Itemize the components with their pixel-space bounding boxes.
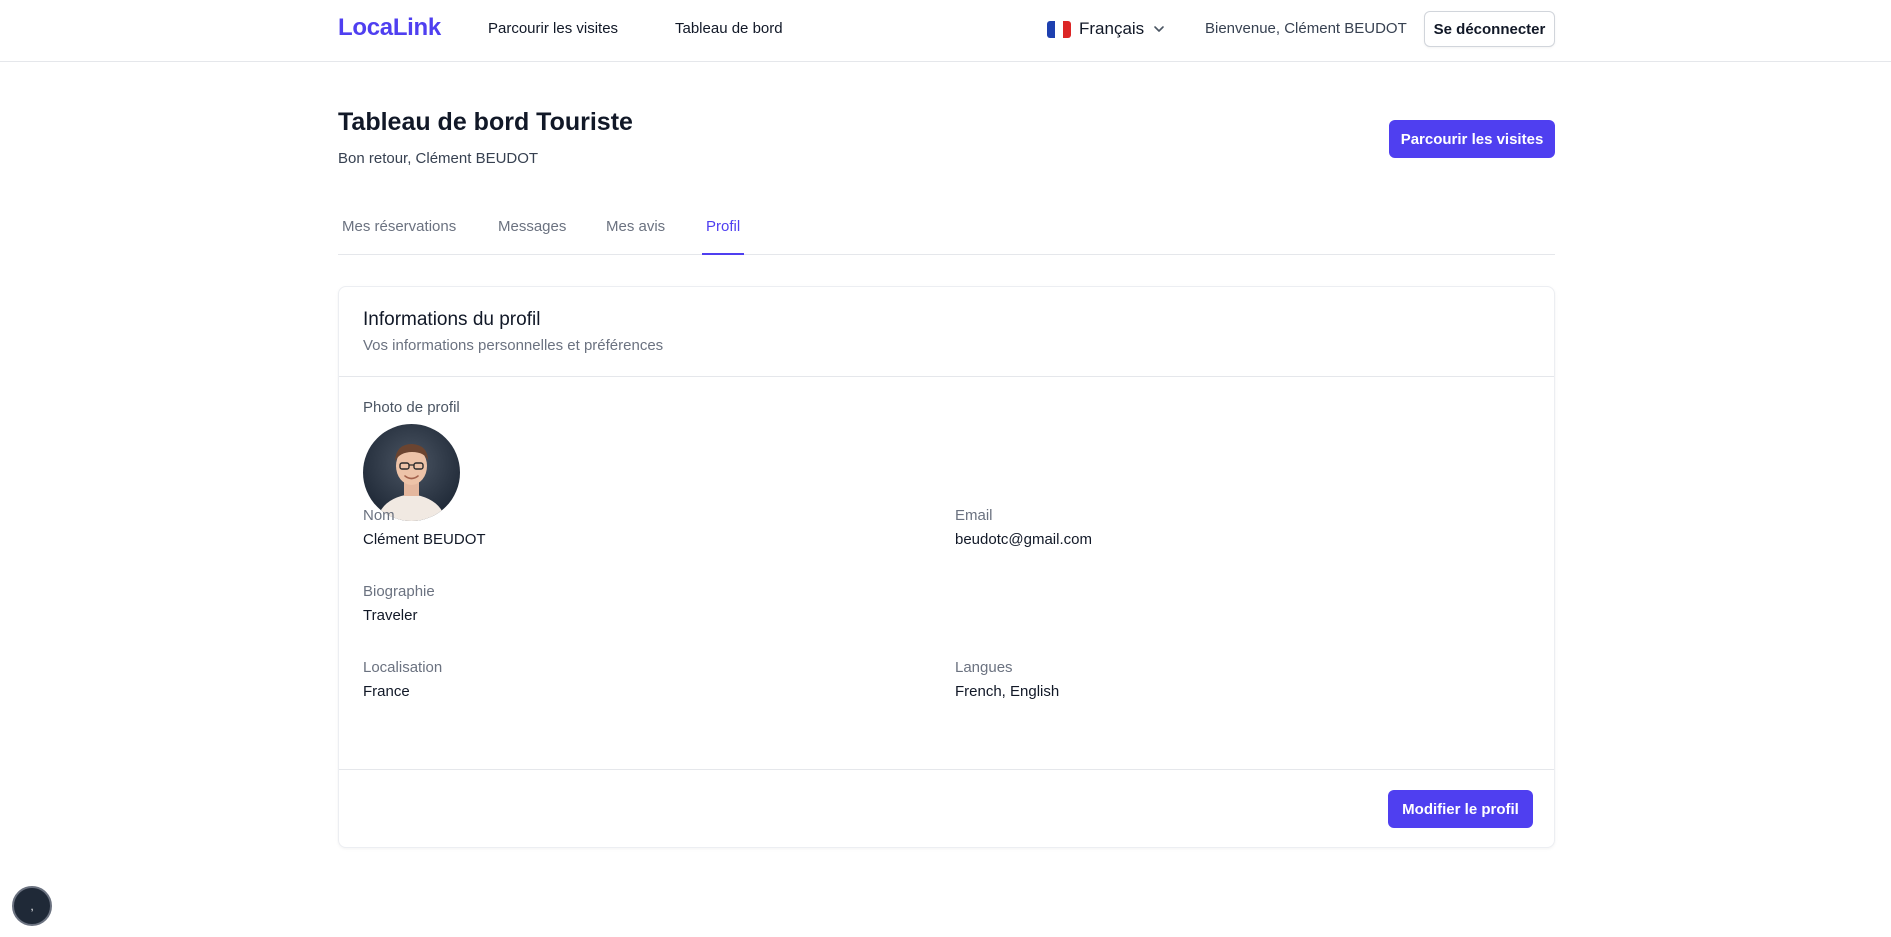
language-label: Français — [1079, 19, 1145, 38]
tab-reviews[interactable]: Mes avis — [602, 218, 669, 255]
email-label: Email — [955, 507, 993, 524]
profile-card-footer: Modifier le profil — [339, 769, 1554, 849]
chevron-down-icon — [1154, 26, 1164, 32]
profile-card-header: Informations du profil Vos informations … — [339, 287, 1554, 377]
welcome-text: Bienvenue, Clément BEUDOT — [1205, 20, 1407, 37]
nav-browse-tours[interactable]: Parcourir les visites — [488, 20, 618, 37]
name-label: Nom — [363, 507, 395, 524]
logout-button[interactable]: Se déconnecter — [1424, 11, 1555, 47]
page-subtitle: Bon retour, Clément BEUDOT — [338, 150, 539, 167]
france-flag-icon — [1047, 20, 1071, 38]
photo-label: Photo de profil — [363, 399, 460, 416]
tab-profile[interactable]: Profil — [702, 218, 745, 255]
location-value: France — [363, 683, 410, 700]
nav-dashboard[interactable]: Tableau de bord — [675, 20, 783, 37]
help-bubble-button[interactable]: , — [12, 886, 52, 926]
browse-tours-button[interactable]: Parcourir les visites — [1389, 120, 1555, 158]
profile-card-description: Vos informations personnelles et préfére… — [363, 337, 664, 354]
top-navbar: LocaLink Parcourir les visites Tableau d… — [0, 0, 1891, 62]
languages-value: French, English — [955, 683, 1060, 700]
languages-label: Langues — [955, 659, 1013, 676]
bio-label: Biographie — [363, 583, 435, 600]
bio-value: Traveler — [363, 607, 418, 624]
brand-logo[interactable]: LocaLink — [338, 14, 441, 42]
profile-card: Informations du profil Vos informations … — [338, 286, 1555, 848]
language-selector[interactable]: Français — [1047, 17, 1166, 41]
edit-profile-button[interactable]: Modifier le profil — [1388, 790, 1533, 828]
dashboard-tabs: Mes réservations Messages Mes avis Profi… — [338, 205, 1555, 255]
email-value: beudotc@gmail.com — [955, 531, 1092, 548]
tab-messages[interactable]: Messages — [494, 218, 570, 255]
tab-reservations[interactable]: Mes réservations — [338, 218, 460, 255]
name-value: Clément BEUDOT — [363, 531, 486, 548]
page-title: Tableau de bord Touriste — [338, 108, 633, 136]
profile-card-title: Informations du profil — [363, 309, 541, 330]
location-label: Localisation — [363, 659, 443, 676]
